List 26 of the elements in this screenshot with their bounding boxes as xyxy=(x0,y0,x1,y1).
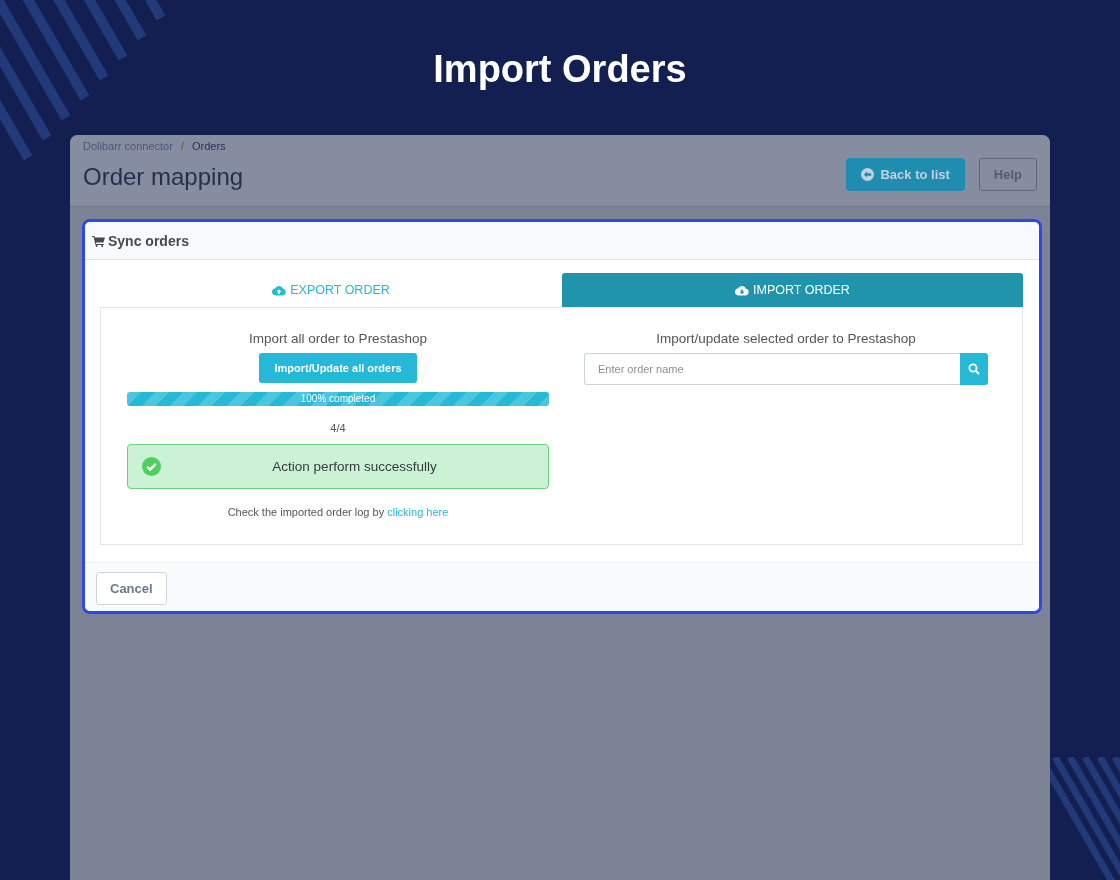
import-all-button[interactable]: Import/Update all orders xyxy=(259,353,417,383)
search-field[interactable]: Enter order name xyxy=(584,353,960,385)
progress-count: 4/4 xyxy=(330,421,346,435)
progress-label: 100% completed xyxy=(300,392,376,406)
search-button[interactable] xyxy=(960,353,988,385)
page-heading: Order mapping xyxy=(83,162,244,192)
tab[interactable]: EXPORT ORDER xyxy=(100,273,562,307)
breadcrumb-current: Orders xyxy=(191,139,226,153)
cloud-upload-icon xyxy=(272,284,287,296)
breadcrumb-link[interactable]: Dolibarr connector xyxy=(83,139,173,153)
breadcrumb-separator: / xyxy=(180,139,184,153)
check-circle-icon xyxy=(142,457,161,476)
panel-title: Sync orders xyxy=(108,232,189,249)
tab[interactable]: IMPORT ORDER xyxy=(562,273,1023,307)
cart-icon xyxy=(92,234,105,247)
log-link[interactable]: clicking here xyxy=(387,506,449,518)
alert-message: Action perform successfully xyxy=(271,459,438,474)
arrow-circle-left-icon xyxy=(861,168,875,181)
log-note: Check the imported order log by clicking here xyxy=(227,505,449,519)
back-button[interactable]: Back to list xyxy=(846,158,965,191)
cancel-button[interactable]: Cancel xyxy=(96,572,167,605)
cloud-download-icon xyxy=(735,284,750,296)
search-icon xyxy=(968,363,980,375)
section-title: Import/update selected order to Prestashop xyxy=(656,330,916,348)
section-title: Import all order to Prestashop xyxy=(249,330,427,348)
page-title: Import Orders xyxy=(433,47,687,92)
